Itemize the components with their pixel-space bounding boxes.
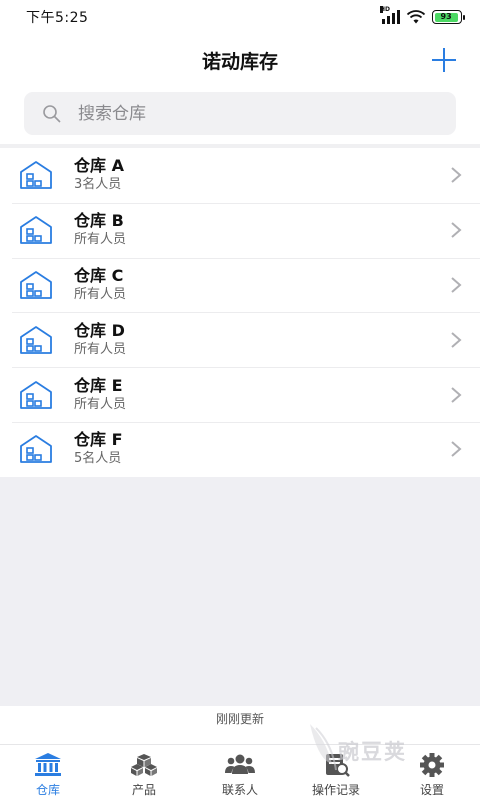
bank-icon — [35, 753, 61, 776]
app-header: 诺动库存 — [0, 34, 480, 86]
bottom-tab-bar: 仓库 产品 联系人 操作记录 设置 — [0, 744, 480, 800]
page-title: 诺动库存 — [201, 50, 278, 73]
warehouse-icon — [20, 380, 52, 409]
warehouse-icon — [20, 216, 52, 245]
warehouse-staff: 3名人员 — [74, 177, 122, 193]
warehouse-name: 仓库 F — [74, 430, 123, 450]
battery-level: 93 — [440, 12, 452, 21]
warehouse-item-e[interactable]: 仓库 E 所有人员 — [0, 367, 480, 422]
warehouse-item-text: 仓库 C 所有人员 — [74, 266, 450, 304]
warehouse-staff: 所有人员 — [74, 286, 127, 302]
chevron-right-icon — [451, 167, 462, 184]
plus-icon — [432, 48, 456, 72]
tab-label: 联系人 — [221, 783, 258, 797]
search-icon — [43, 104, 61, 123]
warehouse-staff: 所有人员 — [74, 232, 127, 248]
warehouse-staff: 所有人员 — [74, 341, 127, 357]
add-warehouse-button[interactable] — [430, 46, 458, 74]
status-icons: HD 93 — [380, 6, 465, 24]
warehouse-list: 仓库 A 3名人员 仓库 B 所有人员 仓库 C 所有人员 仓库 D 所有人员 … — [0, 148, 480, 477]
warehouse-item-text: 仓库 A 3名人员 — [74, 156, 450, 194]
gear-icon — [420, 753, 444, 777]
warehouse-name: 仓库 A — [74, 156, 124, 176]
chevron-right-icon — [451, 332, 462, 348]
status-bar: 下午5:25 HD 93 — [0, 0, 480, 34]
tab-label: 仓库 — [35, 783, 60, 797]
tab-settings[interactable]: 设置 — [384, 745, 480, 800]
records-icon — [326, 754, 350, 777]
tab-label: 操作记录 — [311, 783, 360, 797]
boxes-icon — [131, 754, 157, 776]
warehouse-name: 仓库 D — [74, 320, 125, 340]
warehouse-name: 仓库 B — [74, 211, 124, 231]
warehouse-staff: 所有人员 — [74, 396, 127, 412]
tab-warehouse[interactable]: 仓库 — [0, 745, 96, 800]
signal-icon: HD — [380, 6, 400, 24]
warehouse-item-d[interactable]: 仓库 D 所有人员 — [0, 312, 480, 368]
chevron-right-icon — [451, 386, 462, 403]
warehouse-item-text: 仓库 E 所有人员 — [74, 376, 450, 414]
warehouse-item-a[interactable]: 仓库 A 3名人员 — [0, 148, 480, 203]
warehouse-icon — [20, 435, 52, 464]
warehouse-staff: 5名人员 — [74, 451, 122, 467]
chevron-right-icon — [451, 222, 462, 238]
battery-icon: 93 — [432, 10, 465, 24]
chevron-right-icon — [451, 441, 462, 458]
warehouse-icon — [20, 325, 52, 354]
warehouse-item-f[interactable]: 仓库 F 5名人员 — [0, 421, 480, 477]
tab-records[interactable]: 操作记录 — [288, 745, 384, 800]
empty-list-area — [0, 477, 480, 706]
warehouse-icon — [20, 271, 52, 299]
warehouse-item-text: 仓库 D 所有人员 — [74, 321, 450, 359]
network-type-label: HD — [380, 6, 391, 13]
search-input[interactable] — [78, 103, 408, 124]
tab-label: 设置 — [419, 783, 444, 797]
warehouse-name: 仓库 E — [74, 375, 123, 395]
tab-products[interactable]: 产品 — [96, 745, 192, 800]
warehouse-item-b[interactable]: 仓库 B 所有人员 — [0, 202, 480, 258]
search-bar[interactable] — [24, 92, 456, 135]
people-icon — [225, 754, 255, 774]
tab-label: 产品 — [131, 783, 156, 797]
chevron-right-icon — [451, 277, 462, 293]
warehouse-item-c[interactable]: 仓库 C 所有人员 — [0, 257, 480, 313]
refresh-status: 刚刚更新 — [0, 706, 480, 732]
warehouse-item-text: 仓库 F 5名人员 — [74, 430, 450, 468]
tab-contacts[interactable]: 联系人 — [192, 745, 288, 800]
status-time: 下午5:25 — [26, 10, 89, 26]
warehouse-name: 仓库 C — [74, 265, 124, 285]
wifi-icon — [406, 10, 426, 24]
warehouse-item-text: 仓库 B 所有人员 — [74, 211, 450, 249]
warehouse-icon — [20, 161, 52, 190]
